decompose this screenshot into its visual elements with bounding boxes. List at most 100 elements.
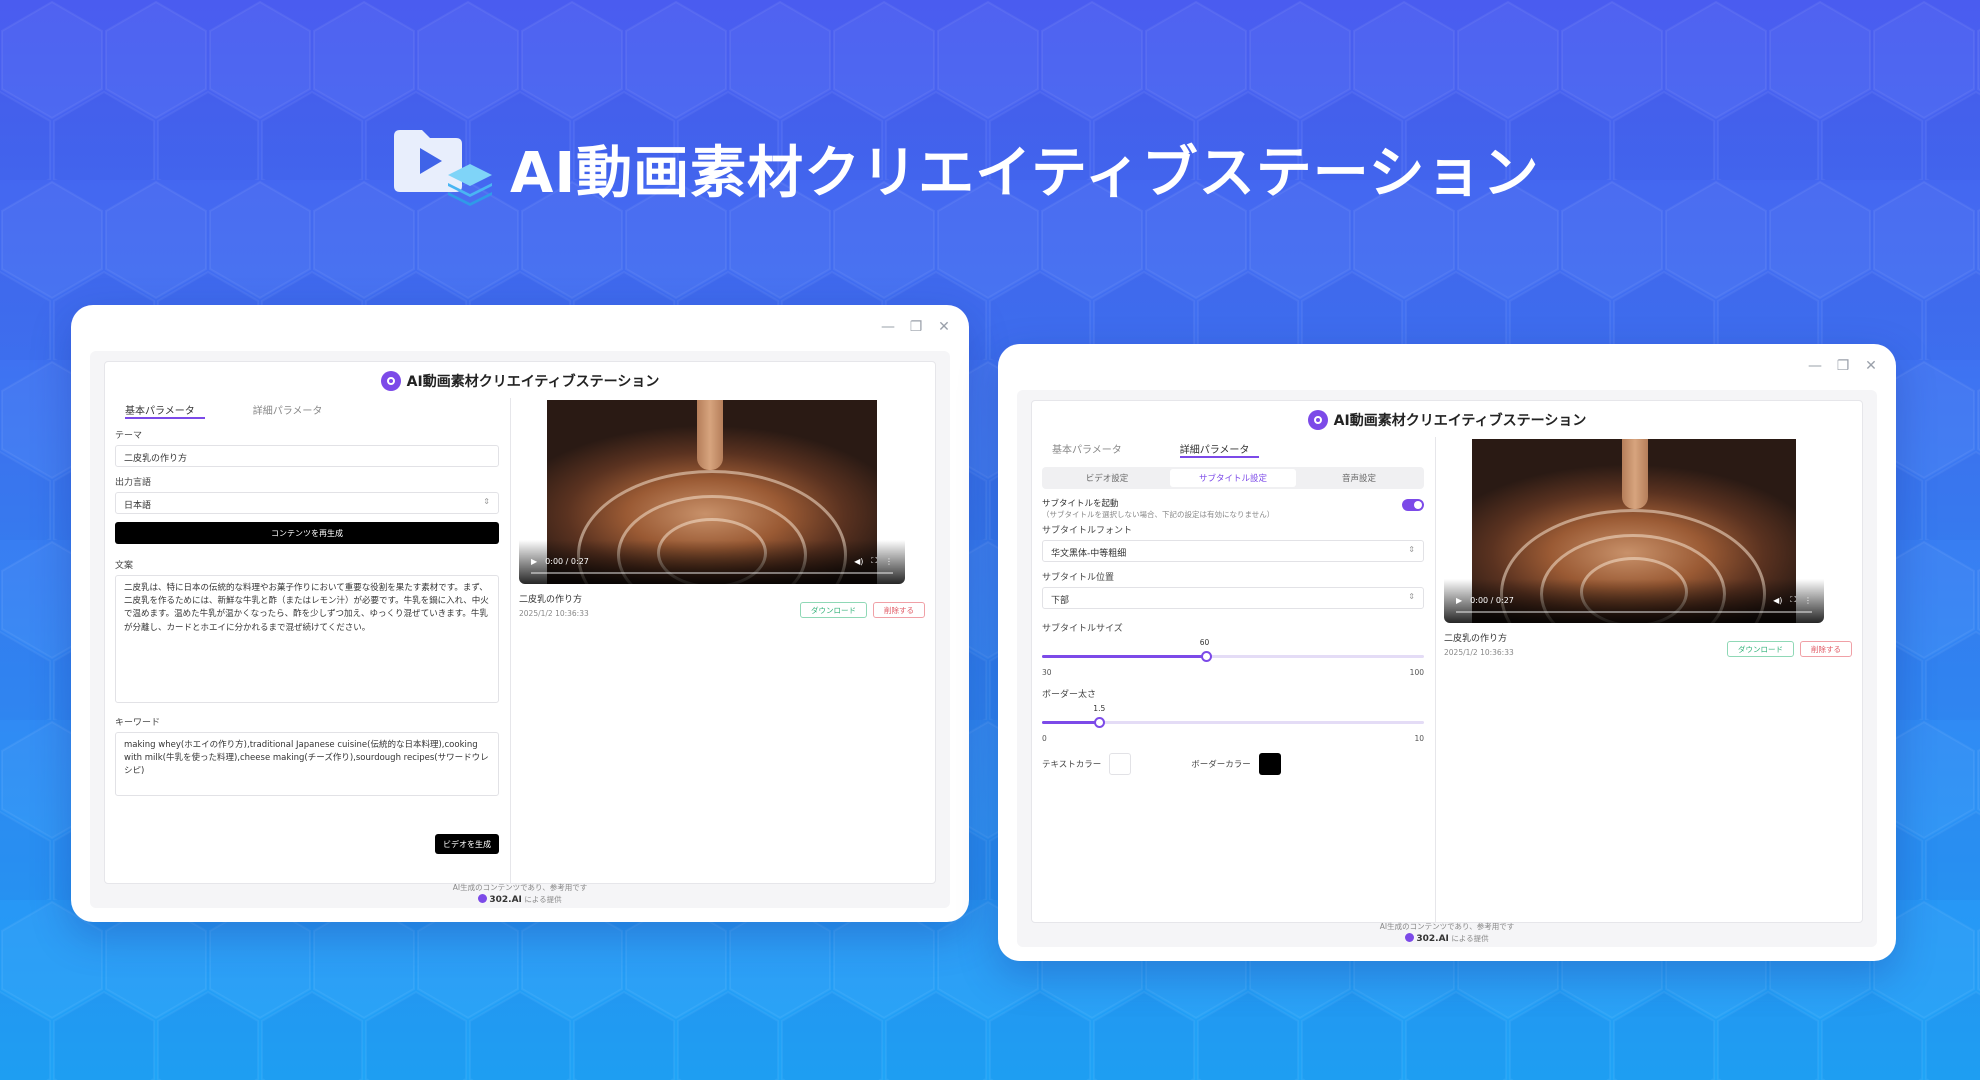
size-range: 30 100: [1042, 668, 1424, 677]
param-tabs: 基本パラメータ 詳細パラメータ: [1042, 437, 1424, 459]
video-progress-bar[interactable]: [531, 572, 893, 574]
footer-brand[interactable]: 302.AI: [1416, 934, 1449, 944]
size-slider[interactable]: 60: [1042, 638, 1424, 664]
fullscreen-icon[interactable]: ⛶: [1790, 595, 1796, 605]
panel-divider: [1435, 437, 1436, 922]
subtitle-enable-label: サブタイトルを起動: [1042, 499, 1119, 509]
footer-note: AI生成のコンテンツであり、参考用です: [452, 883, 588, 892]
keywords-textarea[interactable]: making whey(ホエイの作り方),traditional Japanes…: [115, 732, 499, 796]
app-title: AI動画素材クリエイティブステーション: [1333, 413, 1587, 429]
hero-header: AI動画素材クリエイティブステーション: [392, 128, 1540, 208]
generate-video-button[interactable]: ビデオを生成: [435, 834, 499, 854]
tab-detail-params[interactable]: 詳細パラメータ: [243, 398, 333, 419]
script-textarea[interactable]: 二皮乳は、特に日本の伝統的な料理やお菓子作りにおいて重要な役割を果たす素材です。…: [115, 575, 499, 703]
minimize-icon[interactable]: —: [1808, 358, 1822, 374]
hero-title: AI動画素材クリエイティブステーション: [510, 140, 1540, 206]
size-max: 100: [1409, 668, 1424, 677]
size-value: 60: [1199, 638, 1210, 647]
settings-segments: ビデオ設定 サブタイトル設定 音声設定: [1042, 467, 1424, 489]
language-label: 出力言語: [115, 478, 152, 488]
volume-icon[interactable]: ◀): [1773, 596, 1782, 605]
border-label: ボーダー太さ: [1042, 690, 1097, 700]
regenerate-content-button[interactable]: コンテンツを再生成: [115, 522, 499, 544]
app-header: AI動画素材クリエイティブステーション: [105, 370, 935, 392]
segment-video-settings[interactable]: ビデオ設定: [1044, 469, 1170, 487]
param-tabs: 基本パラメータ 詳細パラメータ: [115, 398, 499, 420]
position-value: 下部: [1051, 596, 1070, 606]
video-player[interactable]: ▶ 0:00 / 0:27 ◀) ⛶ ⋮: [519, 400, 905, 584]
tab-detail-params[interactable]: 詳細パラメータ: [1170, 437, 1260, 458]
footer: AI生成のコンテンツであり、参考用です 302.AI による提供: [1017, 921, 1877, 945]
video-info: 二皮乳の作り方 2025/1/2 10:36:33 ダウンロード 削除する: [519, 592, 925, 618]
panel-divider: [510, 398, 511, 883]
restore-icon[interactable]: ❐: [1836, 358, 1850, 374]
footer-provided: による提供: [524, 895, 562, 904]
close-icon[interactable]: ✕: [1864, 358, 1878, 374]
video-date: 2025/1/2 10:36:33: [519, 609, 589, 618]
font-select[interactable]: 华文黑体-中等粗细 ⇕: [1042, 540, 1424, 562]
tab-basic-params[interactable]: 基本パラメータ: [1042, 437, 1132, 458]
window-controls: — ❐ ✕: [881, 319, 951, 335]
video-progress-bar[interactable]: [1456, 611, 1812, 613]
brand-logo-icon: [478, 894, 488, 903]
footer: AI生成のコンテンツであり、参考用です 302.AI による提供: [90, 882, 950, 906]
more-options-icon[interactable]: ⋮: [1804, 596, 1812, 605]
play-icon[interactable]: ▶: [1456, 596, 1462, 605]
download-button[interactable]: ダウンロード: [800, 602, 867, 618]
text-color-label: テキストカラー: [1042, 760, 1102, 770]
border-slider[interactable]: 1.5: [1042, 704, 1424, 730]
size-slider-thumb[interactable]: [1200, 651, 1212, 662]
more-options-icon[interactable]: ⋮: [885, 557, 893, 566]
play-icon[interactable]: ▶: [531, 557, 537, 566]
window-content: AI動画素材クリエイティブステーション 基本パラメータ 詳細パラメータ テーマ …: [90, 351, 950, 908]
border-color-swatch[interactable]: [1258, 753, 1281, 775]
window-controls: — ❐ ✕: [1808, 358, 1878, 374]
video-controls: ▶ 0:00 / 0:27 ◀) ⛶ ⋮: [531, 556, 893, 566]
select-chevron-icon: ⇕: [483, 497, 490, 506]
app-window-detail: — ❐ ✕ AI動画素材クリエイティブステーション 基本パラメータ 詳細パラメー…: [998, 344, 1896, 961]
text-color-swatch[interactable]: [1109, 753, 1132, 775]
close-icon[interactable]: ✕: [937, 319, 951, 335]
app-logo-icon: [1307, 410, 1328, 430]
position-select[interactable]: 下部 ⇕: [1042, 587, 1424, 609]
segment-audio-settings[interactable]: 音声設定: [1296, 469, 1422, 487]
video-time: 0:00 / 0:27: [545, 556, 589, 566]
video-player[interactable]: ▶ 0:00 / 0:27 ◀) ⛶ ⋮: [1444, 439, 1824, 623]
delete-button[interactable]: 削除する: [873, 602, 925, 618]
subtitle-toggle[interactable]: [1402, 499, 1424, 511]
text-label: 文案: [115, 561, 134, 571]
font-value: 华文黑体-中等粗细: [1051, 549, 1127, 559]
border-max: 10: [1414, 734, 1424, 743]
video-panel: ▶ 0:00 / 0:27 ◀) ⛶ ⋮ 二皮乳の作り方 2025/1/2 10…: [519, 400, 925, 618]
volume-icon[interactable]: ◀): [854, 557, 863, 566]
subtitle-enable-note: （サブタイトルを選択しない場合、下記の設定は有効になりません）: [1042, 510, 1275, 519]
fullscreen-icon[interactable]: ⛶: [871, 556, 877, 566]
app-card: AI動画素材クリエイティブステーション 基本パラメータ 詳細パラメータ テーマ …: [104, 361, 936, 884]
restore-icon[interactable]: ❐: [909, 319, 923, 335]
footer-note: AI生成のコンテンツであり、参考用です: [1379, 922, 1515, 931]
video-folder-icon: [392, 128, 496, 208]
delete-button[interactable]: 削除する: [1800, 641, 1852, 657]
download-button[interactable]: ダウンロード: [1727, 641, 1794, 657]
select-chevron-icon: ⇕: [1408, 592, 1415, 601]
segment-subtitle-settings[interactable]: サブタイトル設定: [1170, 469, 1296, 487]
minimize-icon[interactable]: —: [881, 319, 895, 335]
video-date: 2025/1/2 10:36:33: [1444, 648, 1514, 657]
app-title: AI動画素材クリエイティブステーション: [406, 374, 660, 390]
border-min: 0: [1042, 734, 1047, 743]
position-label: サブタイトル位置: [1042, 573, 1115, 583]
video-actions: ダウンロード 削除する: [1727, 641, 1852, 657]
border-value: 1.5: [1093, 704, 1106, 713]
border-slider-thumb[interactable]: [1094, 717, 1106, 728]
language-value: 日本語: [124, 501, 152, 511]
language-select[interactable]: 日本語 ⇕: [115, 492, 499, 514]
app-window-basic: — ❐ ✕ AI動画素材クリエイティブステーション 基本パラメータ 詳細パラメー…: [71, 305, 969, 922]
footer-brand[interactable]: 302.AI: [489, 895, 522, 905]
font-label: サブタイトルフォント: [1042, 526, 1133, 536]
video-actions: ダウンロード 削除する: [800, 602, 925, 618]
video-name: 二皮乳の作り方: [519, 595, 583, 605]
theme-input[interactable]: 二皮乳の作り方: [115, 445, 499, 467]
tab-basic-params[interactable]: 基本パラメータ: [115, 398, 205, 419]
video-controls: ▶ 0:00 / 0:27 ◀) ⛶ ⋮: [1456, 595, 1812, 605]
parameter-panel: 基本パラメータ 詳細パラメータ ビデオ設定 サブタイトル設定 音声設定 サブタイ…: [1042, 437, 1424, 916]
